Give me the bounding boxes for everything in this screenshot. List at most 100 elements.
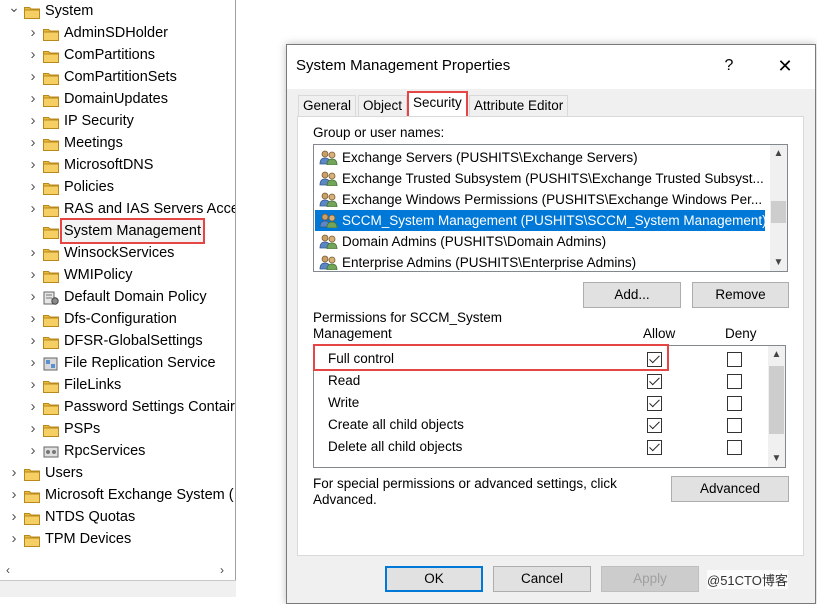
chevron-right-icon[interactable]: › xyxy=(27,352,39,374)
chevron-right-icon[interactable]: › xyxy=(27,264,39,286)
tree-item-label: ComPartitionSets xyxy=(64,69,177,85)
group-list-item[interactable]: Exchange Trusted Subsystem (PUSHITS\Exch… xyxy=(315,168,767,189)
advanced-button[interactable]: Advanced xyxy=(671,476,789,502)
tree-item-label: RpcServices xyxy=(64,443,146,459)
scroll-up-icon[interactable]: ▲ xyxy=(768,346,785,363)
tab-object[interactable]: Object xyxy=(358,95,408,116)
close-button[interactable]: ✕ xyxy=(759,53,811,79)
scroll-thumb[interactable] xyxy=(769,366,784,434)
permission-row: Delete all child objects xyxy=(314,436,770,458)
folder-icon xyxy=(43,246,59,261)
cancel-button[interactable]: Cancel xyxy=(493,566,591,592)
tree-horizontal-scrollbar[interactable]: ‹ › xyxy=(0,560,235,580)
chevron-right-icon[interactable]: › xyxy=(27,286,39,308)
chevron-right-icon[interactable]: › xyxy=(27,308,39,330)
tree-item[interactable]: › RpcServices xyxy=(0,440,235,462)
chevron-down-icon[interactable]: ⌄ xyxy=(8,0,20,22)
deny-checkbox[interactable] xyxy=(727,418,742,433)
apply-button[interactable]: Apply xyxy=(601,566,699,592)
deny-checkbox[interactable] xyxy=(727,374,742,389)
scroll-down-icon[interactable]: ▼ xyxy=(768,450,785,467)
tree-item[interactable]: › Microsoft Exchange System ( xyxy=(0,484,235,506)
chevron-right-icon[interactable]: › xyxy=(27,440,39,462)
allow-checkbox[interactable] xyxy=(647,374,662,389)
tab-general[interactable]: General xyxy=(298,95,357,116)
group-list-item[interactable]: Enterprise Admins (PUSHITS\Enterprise Ad… xyxy=(315,252,767,271)
deny-checkbox[interactable] xyxy=(727,440,742,455)
group-list-item[interactable]: Domain Admins (PUSHITS\Domain Admins) xyxy=(315,231,767,252)
tree-item[interactable]: › FileLinks xyxy=(0,374,235,396)
tree-item[interactable]: › RAS and IAS Servers Acce xyxy=(0,198,236,220)
allow-checkbox[interactable] xyxy=(647,418,662,433)
pane-divider[interactable] xyxy=(235,0,236,597)
group-list-scrollbar[interactable]: ▲ ▼ xyxy=(770,145,787,271)
tree-item[interactable]: › AdminSDHolder xyxy=(0,22,235,44)
scroll-down-icon[interactable]: ▼ xyxy=(770,254,787,271)
scroll-right-icon[interactable]: › xyxy=(214,560,230,580)
deny-checkbox[interactable] xyxy=(727,396,742,411)
tree-item[interactable]: › MicrosoftDNS xyxy=(0,154,235,176)
tree-item[interactable]: › PSPs xyxy=(0,418,235,440)
add-button[interactable]: Add... xyxy=(583,282,681,308)
folder-icon xyxy=(43,158,59,173)
chevron-right-icon[interactable]: › xyxy=(8,506,20,528)
chevron-right-icon[interactable]: › xyxy=(27,44,39,66)
chevron-right-icon[interactable]: › xyxy=(8,528,20,550)
tree-item[interactable]: System Management xyxy=(0,218,235,244)
tree-item[interactable]: › TPM Devices xyxy=(0,528,235,550)
expander-placeholder xyxy=(27,220,39,242)
tree-item[interactable]: › NTDS Quotas xyxy=(0,506,235,528)
tree-item[interactable]: › Policies xyxy=(0,176,235,198)
tree-item[interactable]: › Meetings xyxy=(0,132,235,154)
tree-item[interactable]: › IP Security xyxy=(0,110,235,132)
remove-button[interactable]: Remove xyxy=(692,282,789,308)
chevron-right-icon[interactable]: › xyxy=(8,462,20,484)
chevron-right-icon[interactable]: › xyxy=(8,484,20,506)
chevron-right-icon[interactable]: › xyxy=(27,330,39,352)
chevron-right-icon[interactable]: › xyxy=(27,110,39,132)
tree-item[interactable]: › Users xyxy=(0,462,235,484)
ok-button[interactable]: OK xyxy=(385,566,483,592)
deny-checkbox[interactable] xyxy=(727,352,742,367)
chevron-right-icon[interactable]: › xyxy=(27,88,39,110)
chevron-right-icon[interactable]: › xyxy=(27,154,39,176)
scroll-left-icon[interactable]: ‹ xyxy=(0,560,16,580)
chevron-right-icon[interactable]: › xyxy=(27,396,39,418)
group-user-list[interactable]: Enterprise Admins (PUSHITS\Enterprise Ad… xyxy=(313,144,788,272)
tree-item[interactable]: › Dfs-Configuration xyxy=(0,308,235,330)
tree-item[interactable]: › WinsockServices xyxy=(0,242,235,264)
scroll-up-icon[interactable]: ▲ xyxy=(770,145,787,162)
tree-item-label: ComPartitions xyxy=(64,47,156,63)
allow-checkbox[interactable] xyxy=(647,440,662,455)
allow-header: Allow xyxy=(643,326,676,341)
tree-item[interactable]: › DomainUpdates xyxy=(0,88,235,110)
tree-item[interactable]: › WMIPolicy xyxy=(0,264,235,286)
tree-item[interactable]: ⌄ System xyxy=(0,0,235,22)
tab-security[interactable]: Security xyxy=(407,91,468,118)
chevron-right-icon[interactable]: › xyxy=(27,176,39,198)
tree-item[interactable]: › ComPartitions xyxy=(0,44,235,66)
group-list-item[interactable]: SCCM_System Management (PUSHITS\SCCM_Sys… xyxy=(315,210,765,231)
folder-icon xyxy=(43,180,59,195)
tree-item[interactable]: › DFSR-GlobalSettings xyxy=(0,330,235,352)
tree-item[interactable]: › Password Settings Contair xyxy=(0,396,235,418)
help-button[interactable]: ? xyxy=(709,53,749,79)
tree-item[interactable]: › Default Domain Policy xyxy=(0,286,235,308)
group-list-item[interactable]: Exchange Servers (PUSHITS\Exchange Serve… xyxy=(315,147,767,168)
permissions-scrollbar[interactable]: ▲ ▼ xyxy=(768,346,785,467)
chevron-right-icon[interactable]: › xyxy=(27,198,39,220)
allow-checkbox[interactable] xyxy=(647,396,662,411)
permission-name: Read xyxy=(328,373,361,388)
tab-attribute-editor[interactable]: Attribute Editor xyxy=(469,95,569,116)
chevron-right-icon[interactable]: › xyxy=(27,66,39,88)
chevron-right-icon[interactable]: › xyxy=(27,242,39,264)
tree-item[interactable]: › ComPartitionSets xyxy=(0,66,235,88)
chevron-right-icon[interactable]: › xyxy=(27,22,39,44)
chevron-right-icon[interactable]: › xyxy=(27,418,39,440)
chevron-right-icon[interactable]: › xyxy=(27,132,39,154)
chevron-right-icon[interactable]: › xyxy=(27,374,39,396)
scroll-thumb[interactable] xyxy=(771,201,786,223)
special-permissions-text-line2: Advanced. xyxy=(313,492,377,507)
tree-item[interactable]: › File Replication Service xyxy=(0,352,235,374)
group-list-item[interactable]: Exchange Windows Permissions (PUSHITS\Ex… xyxy=(315,189,767,210)
